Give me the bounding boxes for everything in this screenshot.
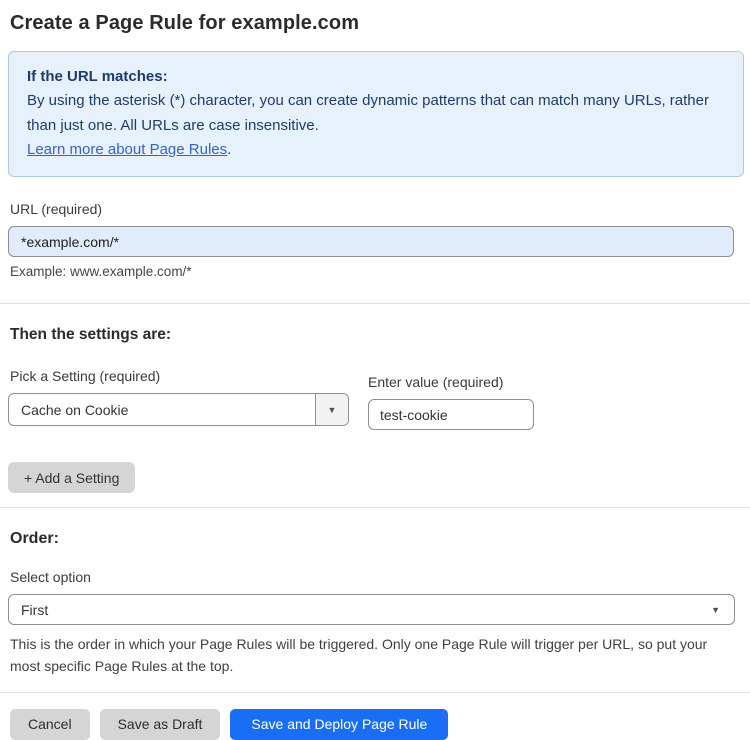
order-section-heading: Order: <box>10 530 59 548</box>
setting-value-column: Enter value (required) <box>368 354 534 431</box>
chevron-down-icon: ▼ <box>327 404 337 415</box>
url-input[interactable] <box>8 226 734 258</box>
link-period: . <box>227 140 232 158</box>
info-box-heading: If the URL matches: <box>27 68 168 85</box>
info-box-body: By using the asterisk (*) character, you… <box>27 92 709 134</box>
url-field-label: URL (required) <box>10 201 103 218</box>
setting-picker-label: Pick a Setting (required) <box>10 368 161 385</box>
add-setting-button[interactable]: + Add a Setting <box>8 462 136 494</box>
page-rule-form: Create a Page Rule for example.com If th… <box>0 0 750 740</box>
save-and-deploy-button[interactable]: Save and Deploy Page Rule <box>230 708 449 740</box>
settings-row: Pick a Setting (required) Cache on Cooki… <box>8 348 740 431</box>
order-select[interactable]: First ▼ <box>8 594 735 626</box>
order-select-value: First <box>21 601 49 618</box>
divider <box>0 303 750 305</box>
info-box-link-line: Learn more about Page Rules. <box>27 138 725 162</box>
order-helper-text: This is the order in which your Page Rul… <box>10 636 708 674</box>
setting-value-input[interactable] <box>368 399 534 431</box>
form-actions: Cancel Save as Draft Save and Deploy Pag… <box>10 708 740 740</box>
order-select-label: Select option <box>10 569 91 586</box>
cancel-button[interactable]: Cancel <box>10 708 90 740</box>
setting-picker-column: Pick a Setting (required) Cache on Cooki… <box>8 348 368 430</box>
divider <box>0 691 750 693</box>
url-helper-text: Example: www.example.com/* <box>10 264 192 280</box>
setting-select-arrow-button[interactable]: ▼ <box>315 394 348 426</box>
learn-more-link[interactable]: Learn more about Page Rules <box>27 141 227 158</box>
setting-value-label: Enter value (required) <box>368 374 504 391</box>
save-as-draft-button[interactable]: Save as Draft <box>99 708 221 740</box>
url-match-info-box: If the URL matches: By using the asteris… <box>8 51 744 178</box>
setting-select[interactable]: Cache on Cookie ▼ <box>8 393 349 427</box>
settings-section-heading: Then the settings are: <box>10 326 172 344</box>
page-title: Create a Page Rule for example.com <box>10 12 360 34</box>
chevron-down-icon: ▼ <box>711 604 720 615</box>
divider <box>0 507 750 509</box>
setting-select-value: Cache on Cookie <box>21 401 129 418</box>
